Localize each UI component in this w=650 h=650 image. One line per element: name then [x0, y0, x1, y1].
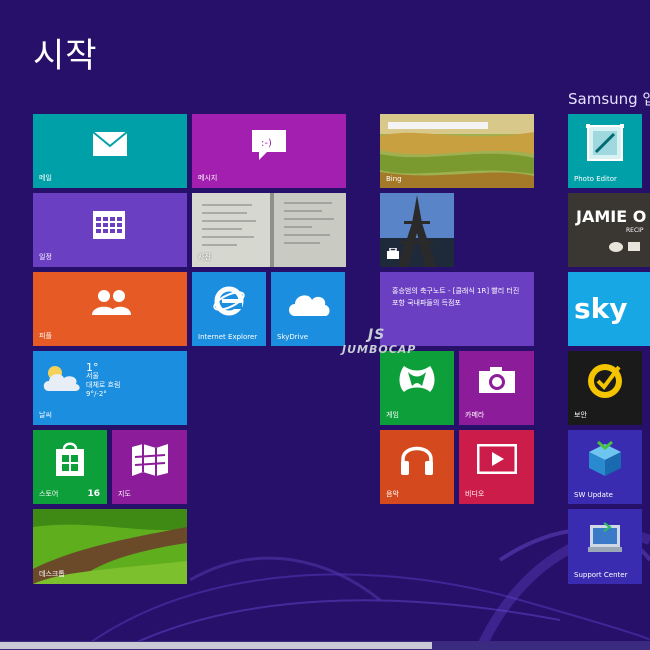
svg-text::-): :-) [261, 138, 272, 149]
tile-security[interactable]: 보안 [568, 351, 642, 425]
cloud-icon [289, 295, 330, 316]
photo-preview-notebook [192, 193, 346, 267]
group-title-samsung: Samsung 앱 [568, 90, 650, 108]
xbox-controller-icon [399, 366, 435, 392]
tile-label: 보안 [574, 411, 587, 419]
tile-label: 카메라 [465, 411, 485, 419]
bing-landscape-preview [380, 114, 534, 188]
watermark-logo: JS JUMBOCAP [342, 327, 416, 356]
tile-label: SkyDrive [277, 333, 309, 341]
tile-desktop[interactable]: 데스크톱 [33, 509, 187, 584]
chat-bubble-icon: :-) [252, 130, 286, 160]
weather-temperature: 1° [86, 361, 99, 374]
tile-music[interactable]: 음악 [380, 430, 454, 504]
recipes-subtitle: RECIP [626, 227, 644, 234]
shopping-bag-icon [56, 442, 84, 476]
tile-photo-editor[interactable]: Photo Editor [568, 114, 642, 188]
tile-skydrive[interactable]: SkyDrive [271, 272, 345, 346]
camera-icon [479, 367, 515, 393]
weather-range: 9°/-2° [86, 390, 107, 398]
tile-label: 비디오 [465, 490, 485, 498]
tile-skype[interactable]: sky [568, 272, 650, 346]
tile-video[interactable]: 비디오 [459, 430, 534, 504]
tile-support-center[interactable]: Support Center [568, 509, 642, 584]
horizontal-scrollbar[interactable] [0, 641, 650, 650]
skype-logo: sky [574, 292, 628, 325]
tile-weather[interactable]: 1° 서울 대체로 흐림 9°/-2° 날씨 [33, 351, 187, 425]
tile-games[interactable]: 게임 [380, 351, 454, 425]
watermark-monogram: JS [368, 327, 386, 343]
watermark-text: JUMBOCAP [342, 343, 417, 356]
tile-bing[interactable]: Bing [380, 114, 534, 188]
recipes-title: JAMIE O [576, 207, 647, 226]
tile-label: Bing [386, 175, 402, 183]
mail-icon [92, 131, 128, 156]
start-screen-title: 시작 [33, 36, 98, 76]
tile-label: 날씨 [39, 411, 52, 419]
tile-label: 피플 [39, 332, 52, 340]
tile-store[interactable]: 스토어 16 [33, 430, 107, 504]
tile-label: 메시지 [198, 174, 218, 182]
tile-mail[interactable]: 메일 [33, 114, 187, 188]
cloudy-sun-icon [43, 366, 80, 391]
tile-label: 데스크톱 [39, 570, 65, 578]
video-play-icon [477, 444, 517, 474]
weather-city: 서울 [86, 372, 99, 380]
tile-label: Internet Explorer [198, 333, 258, 341]
tile-camera[interactable]: 카메라 [459, 351, 534, 425]
map-icon [132, 444, 168, 476]
support-icon [588, 522, 622, 552]
tile-label: Photo Editor [574, 175, 617, 183]
tile-label: 지도 [118, 490, 131, 498]
tile-travel[interactable] [380, 193, 454, 267]
tile-label: 메일 [39, 174, 52, 182]
tile-label: Support Center [574, 571, 628, 579]
tile-photos[interactable]: 사진 [192, 193, 346, 267]
tile-label: 사진 [198, 253, 211, 261]
tile-sw-update[interactable]: SW Update [568, 430, 642, 504]
checkmark-badge-icon [588, 364, 622, 398]
tile-label: 스토어 [39, 490, 59, 498]
tile-people[interactable]: 피플 [33, 272, 187, 346]
tile-messaging[interactable]: :-) 메시지 [192, 114, 346, 188]
suitcase-icon [387, 248, 399, 259]
store-update-count-badge: 16 [87, 489, 100, 499]
calendar-icon [93, 211, 125, 239]
cooking-pot-icon [609, 242, 640, 252]
weather-condition: 대체로 흐림 [86, 381, 121, 389]
internet-explorer-icon [213, 286, 245, 316]
tile-label: SW Update [574, 491, 613, 499]
headphones-icon [401, 446, 433, 475]
tile-calendar[interactable]: 일정 [33, 193, 187, 267]
tile-label: 일정 [39, 253, 52, 261]
package-icon [589, 440, 621, 476]
tile-label: 음악 [386, 490, 399, 498]
tile-recipes[interactable]: JAMIE O RECIP [568, 193, 650, 267]
tile-internet-explorer[interactable]: Internet Explorer [192, 272, 266, 346]
photo-editor-icon [586, 124, 624, 161]
tile-label: 게임 [386, 411, 399, 419]
tile-maps[interactable]: 지도 [112, 430, 187, 504]
scrollbar-thumb[interactable] [0, 642, 432, 649]
people-icon [92, 290, 131, 315]
news-headline: 홍승범의 축구노트 - [클래식 1R] 빨리 터진 포항 국내파들의 득점포 [392, 287, 520, 307]
